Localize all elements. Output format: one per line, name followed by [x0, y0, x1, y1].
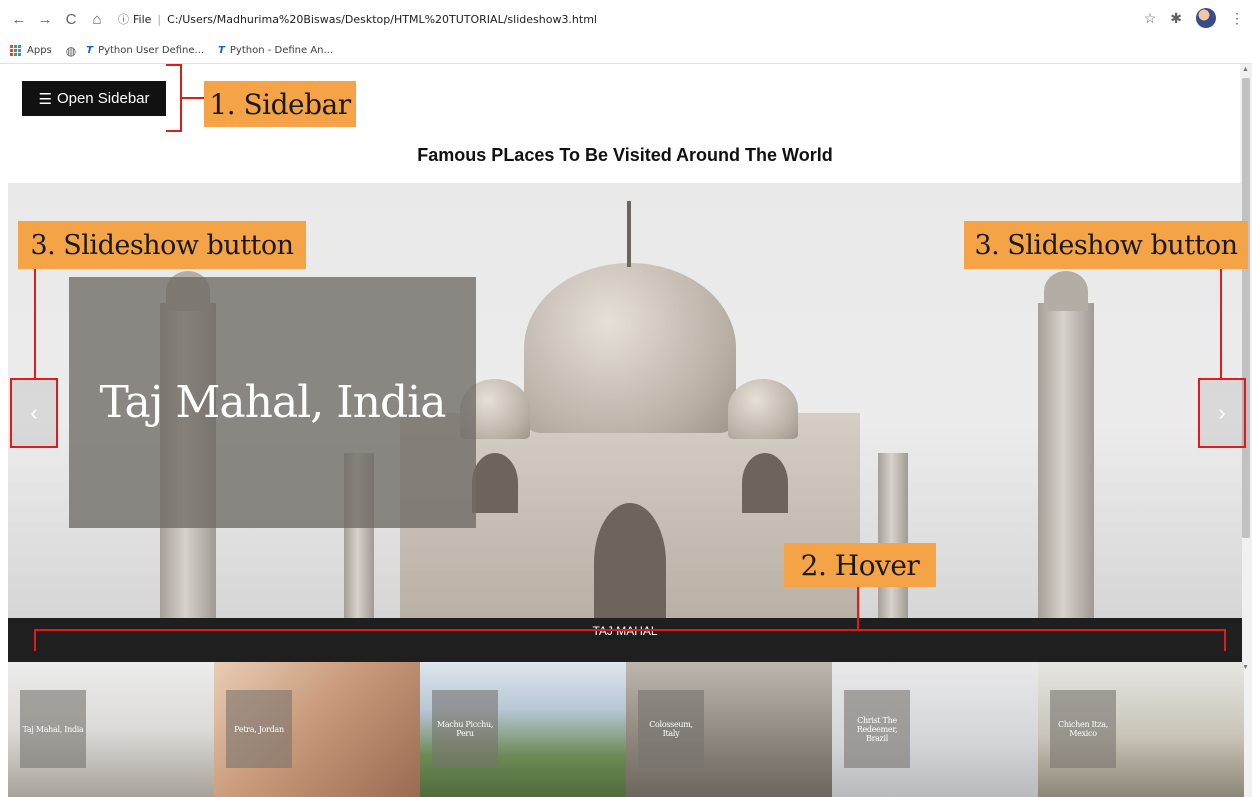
annotation-slideshow-left: 3. Slideshow button — [18, 221, 306, 269]
annotation-bracket — [166, 64, 182, 132]
thumbnail-colosseum[interactable]: Colosseum, Italy — [626, 662, 832, 797]
thumbnail-label: Christ The Redeemer, Brazil — [856, 715, 898, 743]
avatar[interactable] — [1196, 8, 1216, 28]
annotation-bracket — [34, 629, 1226, 651]
url-separator: | — [157, 12, 162, 26]
thumbnail-chichen-itza[interactable]: Chichen Itza, Mexico — [1038, 662, 1244, 797]
chevron-right-icon: › — [1218, 400, 1226, 425]
address-bar[interactable]: ⓘ File | C:/Users/Madhurima%20Biswas/Des… — [118, 5, 597, 33]
thumbnail-label-box: Petra, Jordan — [226, 690, 292, 768]
bookmarks-bar: Apps ◍ T Python User Define... T Python … — [0, 38, 1252, 64]
finial-shape — [627, 201, 631, 267]
annotation-connector — [1220, 269, 1222, 379]
bookmark-python-user-define[interactable]: T Python User Define... — [86, 45, 204, 56]
toolbar-right: ☆ ✱ ⋮ — [1144, 8, 1244, 28]
thumbnail-label: Machu Picchu, Peru — [436, 720, 494, 738]
annotation-connector — [182, 97, 204, 99]
globe-icon[interactable]: ◍ — [66, 44, 76, 58]
thumbnail-label-box: Christ The Redeemer, Brazil — [844, 690, 910, 768]
chevron-left-icon: ‹ — [30, 400, 38, 425]
thumbnail-christ-the-redeemer[interactable]: Christ The Redeemer, Brazil — [832, 662, 1038, 797]
open-sidebar-label: Open Sidebar — [56, 90, 150, 107]
arch-shape — [742, 453, 788, 513]
thumbnail-petra[interactable]: Petra, Jordan — [214, 662, 420, 797]
thumbnail-label: Petra, Jordan — [234, 724, 284, 734]
thumbnail-label-box: Chichen Itza, Mexico — [1050, 690, 1116, 768]
forward-icon[interactable]: → — [32, 11, 58, 28]
home-icon[interactable]: ⌂ — [84, 11, 110, 28]
annotation-slideshow-right: 3. Slideshow button — [964, 221, 1248, 269]
bookmark-apps[interactable]: Apps — [10, 44, 52, 57]
thumbnail-label: Taj Mahal, India — [22, 724, 84, 734]
minaret-shape — [1038, 303, 1094, 618]
arch-shape — [472, 453, 518, 513]
menu-icon: ☰ — [38, 90, 52, 108]
url-text: C:/Users/Madhurima%20Biswas/Desktop/HTML… — [167, 12, 597, 26]
next-slide-button[interactable]: › — [1198, 378, 1246, 448]
thumbnail-machu-picchu[interactable]: Machu Picchu, Peru — [420, 662, 626, 797]
annotation-connector — [34, 269, 36, 379]
minaret-cap-shape — [1044, 271, 1088, 311]
browser-toolbar: ← → C ⌂ ⓘ File | C:/Users/Madhurima%20Bi… — [0, 0, 1252, 38]
annotation-hover: 2. Hover — [784, 543, 936, 587]
star-icon[interactable]: ☆ — [1144, 10, 1157, 27]
url-prefix: File — [133, 12, 152, 26]
annotation-sidebar: 1. Sidebar — [204, 81, 356, 127]
thumbnail-label: Chichen Itza, Mexico — [1058, 720, 1108, 738]
thumbnail-label-box: Colosseum, Italy — [638, 690, 704, 768]
bookmark-python-define[interactable]: T Python - Define An... — [218, 45, 333, 56]
prev-slide-button[interactable]: ‹ — [10, 378, 58, 448]
slide-caption-box: Taj Mahal, India — [69, 277, 476, 528]
menu-dots-icon[interactable]: ⋮ — [1230, 10, 1244, 27]
thumbnail-label-box: Machu Picchu, Peru — [432, 690, 498, 768]
scroll-up-icon[interactable]: ▲ — [1242, 66, 1249, 73]
open-sidebar-button[interactable]: ☰ Open Sidebar — [22, 81, 166, 116]
bookmark-label: Apps — [27, 45, 52, 56]
slide-caption: Taj Mahal, India — [99, 377, 447, 428]
thumbnail-taj-mahal[interactable]: Taj Mahal, India — [8, 662, 214, 797]
dome-shape — [524, 263, 736, 433]
bookmark-favicon-icon: T — [218, 45, 225, 56]
apps-grid-icon — [10, 44, 22, 57]
arch-shape — [594, 503, 666, 618]
info-icon[interactable]: ⓘ — [118, 11, 129, 27]
bookmark-favicon-icon: T — [86, 45, 94, 56]
dome-shape — [728, 379, 798, 439]
annotation-connector — [857, 587, 859, 629]
minaret-shape — [878, 453, 908, 618]
page-title: Famous PLaces To Be Visited Around The W… — [417, 145, 833, 165]
thumbnail-strip: Taj Mahal, India Petra, Jordan Machu Pic… — [8, 662, 1244, 797]
bookmark-label: Python User Define... — [98, 45, 205, 56]
bookmark-label: Python - Define An... — [229, 45, 334, 56]
back-icon[interactable]: ← — [6, 11, 32, 28]
thumbnail-label: Colosseum, Italy — [649, 720, 693, 738]
reload-icon[interactable]: C — [58, 11, 84, 28]
thumbnail-label-box: Taj Mahal, India — [20, 690, 86, 768]
extensions-icon[interactable]: ✱ — [1170, 10, 1182, 27]
